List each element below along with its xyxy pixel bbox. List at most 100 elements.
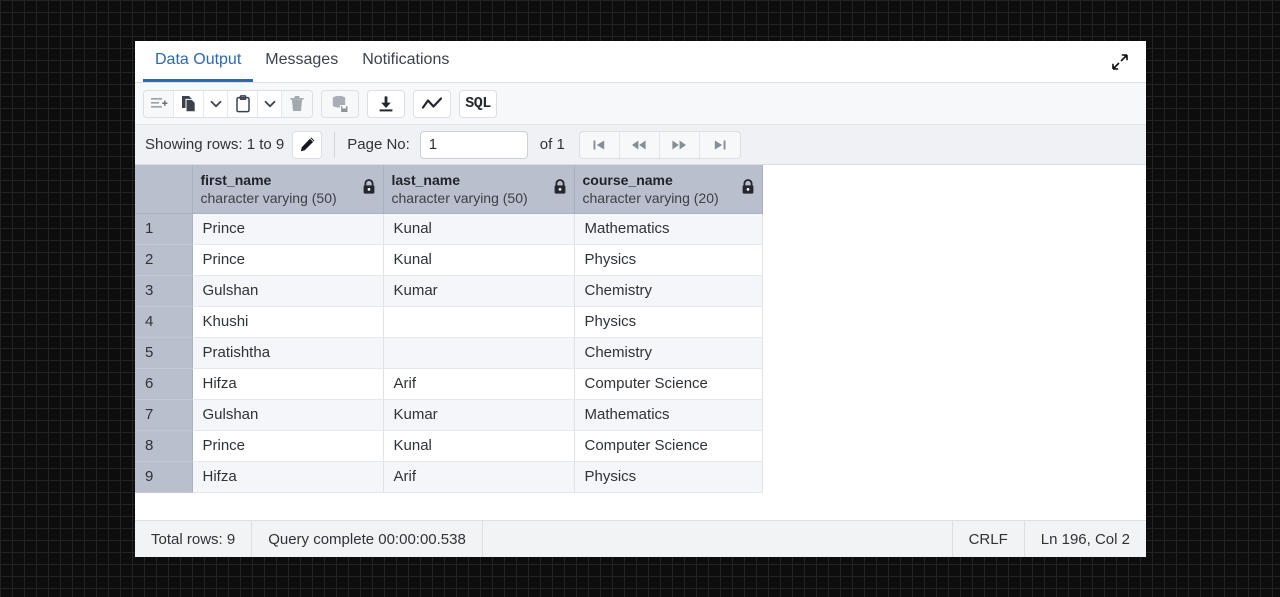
column-name: course_name — [583, 171, 754, 189]
save-data-group — [321, 90, 359, 118]
total-rows-label: Total rows: 9 — [151, 531, 235, 548]
results-pagination-bar: Showing rows: 1 to 9 Page No: of 1 — [135, 125, 1146, 165]
last-page-button[interactable] — [700, 132, 740, 158]
cursor-position-status[interactable]: Ln 196, Col 2 — [1025, 521, 1146, 557]
tab-notifications[interactable]: Notifications — [350, 41, 461, 82]
cell-first_name[interactable]: Prince — [192, 244, 383, 275]
cell-last_name[interactable]: Kumar — [383, 399, 574, 430]
save-data-changes-button[interactable] — [322, 91, 358, 117]
cell-first_name[interactable]: Khushi — [192, 306, 383, 337]
data-output-panel: Data Output Messages Notifications — [135, 41, 1146, 557]
row-number[interactable]: 4 — [135, 306, 192, 337]
table-row[interactable]: 8PrinceKunalComputer Science — [135, 430, 762, 461]
delete-row-button[interactable] — [282, 91, 312, 117]
paste-button[interactable] — [228, 91, 258, 117]
tab-data-output[interactable]: Data Output — [143, 41, 253, 82]
chevron-down-icon — [210, 98, 222, 110]
download-results-button[interactable] — [368, 91, 404, 117]
table-row[interactable]: 4Khushi Physics — [135, 306, 762, 337]
cell-last_name[interactable] — [383, 306, 574, 337]
copy-icon — [180, 95, 198, 113]
edit-button-group — [143, 90, 313, 118]
query-tool-sql-button[interactable]: SQL — [460, 91, 496, 117]
row-number[interactable]: 5 — [135, 337, 192, 368]
row-number[interactable]: 7 — [135, 399, 192, 430]
add-row-icon — [150, 95, 168, 113]
table-row[interactable]: 1PrinceKunalMathematics — [135, 213, 762, 244]
paste-options-button[interactable] — [258, 91, 282, 117]
tab-messages-label: Messages — [265, 51, 338, 69]
cursor-position-label: Ln 196, Col 2 — [1041, 531, 1130, 548]
tab-messages[interactable]: Messages — [253, 41, 350, 82]
sql-group: SQL — [459, 90, 497, 118]
expand-panel-button[interactable] — [1108, 50, 1132, 74]
tab-data-output-label: Data Output — [155, 51, 241, 69]
table-row[interactable]: 9HifzaArifPhysics — [135, 461, 762, 492]
previous-page-button[interactable] — [620, 132, 660, 158]
results-statusbar: Total rows: 9 Query complete 00:00:00.53… — [135, 520, 1146, 557]
table-body: 1PrinceKunalMathematics2PrinceKunalPhysi… — [135, 213, 762, 492]
cell-first_name[interactable]: Gulshan — [192, 399, 383, 430]
graph-visualiser-button[interactable] — [414, 91, 450, 117]
row-number[interactable]: 8 — [135, 430, 192, 461]
edit-rows-button[interactable] — [292, 131, 322, 159]
cell-last_name[interactable]: Kumar — [383, 275, 574, 306]
column-name: first_name — [201, 171, 375, 189]
page-no-input[interactable] — [420, 131, 528, 159]
cell-first_name[interactable]: Prince — [192, 213, 383, 244]
cell-course_name[interactable]: Computer Science — [574, 368, 762, 399]
results-grid[interactable]: first_name character varying (50) last_n… — [135, 165, 1146, 520]
table-head: first_name character varying (50) last_n… — [135, 165, 762, 213]
first-page-button[interactable] — [580, 132, 620, 158]
cell-last_name[interactable]: Kunal — [383, 213, 574, 244]
cell-last_name[interactable] — [383, 337, 574, 368]
table-row[interactable]: 3GulshanKumarChemistry — [135, 275, 762, 306]
download-group — [367, 90, 405, 118]
row-number[interactable]: 9 — [135, 461, 192, 492]
table-row[interactable]: 7GulshanKumarMathematics — [135, 399, 762, 430]
column-type: character varying (50) — [392, 189, 566, 207]
download-icon — [376, 94, 396, 114]
add-row-button[interactable] — [144, 91, 174, 117]
cell-course_name[interactable]: Physics — [574, 306, 762, 337]
next-page-button[interactable] — [660, 132, 700, 158]
cell-course_name[interactable]: Mathematics — [574, 399, 762, 430]
column-header-first-name[interactable]: first_name character varying (50) — [192, 165, 383, 213]
last-page-icon — [712, 138, 728, 152]
line-ending-status[interactable]: CRLF — [953, 521, 1025, 557]
cell-last_name[interactable]: Kunal — [383, 244, 574, 275]
save-data-changes-icon — [330, 94, 350, 114]
showing-rows-label: Showing rows: 1 to 9 — [145, 136, 284, 153]
graph-visualiser-icon — [421, 95, 443, 113]
cell-last_name[interactable]: Arif — [383, 368, 574, 399]
column-header-last-name[interactable]: last_name character varying (50) — [383, 165, 574, 213]
column-header-course-name[interactable]: course_name character varying (20) — [574, 165, 762, 213]
copy-button[interactable] — [174, 91, 204, 117]
query-status-label: Query complete 00:00:00.538 — [268, 531, 466, 548]
cell-course_name[interactable]: Chemistry — [574, 337, 762, 368]
cell-last_name[interactable]: Kunal — [383, 430, 574, 461]
statusbar-spacer — [483, 521, 953, 557]
table-row[interactable]: 2PrinceKunalPhysics — [135, 244, 762, 275]
cell-first_name[interactable]: Prince — [192, 430, 383, 461]
cell-course_name[interactable]: Chemistry — [574, 275, 762, 306]
cell-last_name[interactable]: Arif — [383, 461, 574, 492]
copy-options-button[interactable] — [204, 91, 228, 117]
cell-first_name[interactable]: Pratishtha — [192, 337, 383, 368]
row-number[interactable]: 2 — [135, 244, 192, 275]
row-number[interactable]: 3 — [135, 275, 192, 306]
table-row[interactable]: 5Pratishtha Chemistry — [135, 337, 762, 368]
results-table: first_name character varying (50) last_n… — [135, 165, 763, 493]
row-number[interactable]: 6 — [135, 368, 192, 399]
cell-first_name[interactable]: Gulshan — [192, 275, 383, 306]
cell-course_name[interactable]: Mathematics — [574, 213, 762, 244]
cell-course_name[interactable]: Physics — [574, 461, 762, 492]
cell-first_name[interactable]: Hifza — [192, 368, 383, 399]
column-type: character varying (20) — [583, 189, 754, 207]
cell-course_name[interactable]: Computer Science — [574, 430, 762, 461]
cell-course_name[interactable]: Physics — [574, 244, 762, 275]
table-row[interactable]: 6HifzaArifComputer Science — [135, 368, 762, 399]
cell-first_name[interactable]: Hifza — [192, 461, 383, 492]
divider — [334, 132, 335, 158]
row-number[interactable]: 1 — [135, 213, 192, 244]
